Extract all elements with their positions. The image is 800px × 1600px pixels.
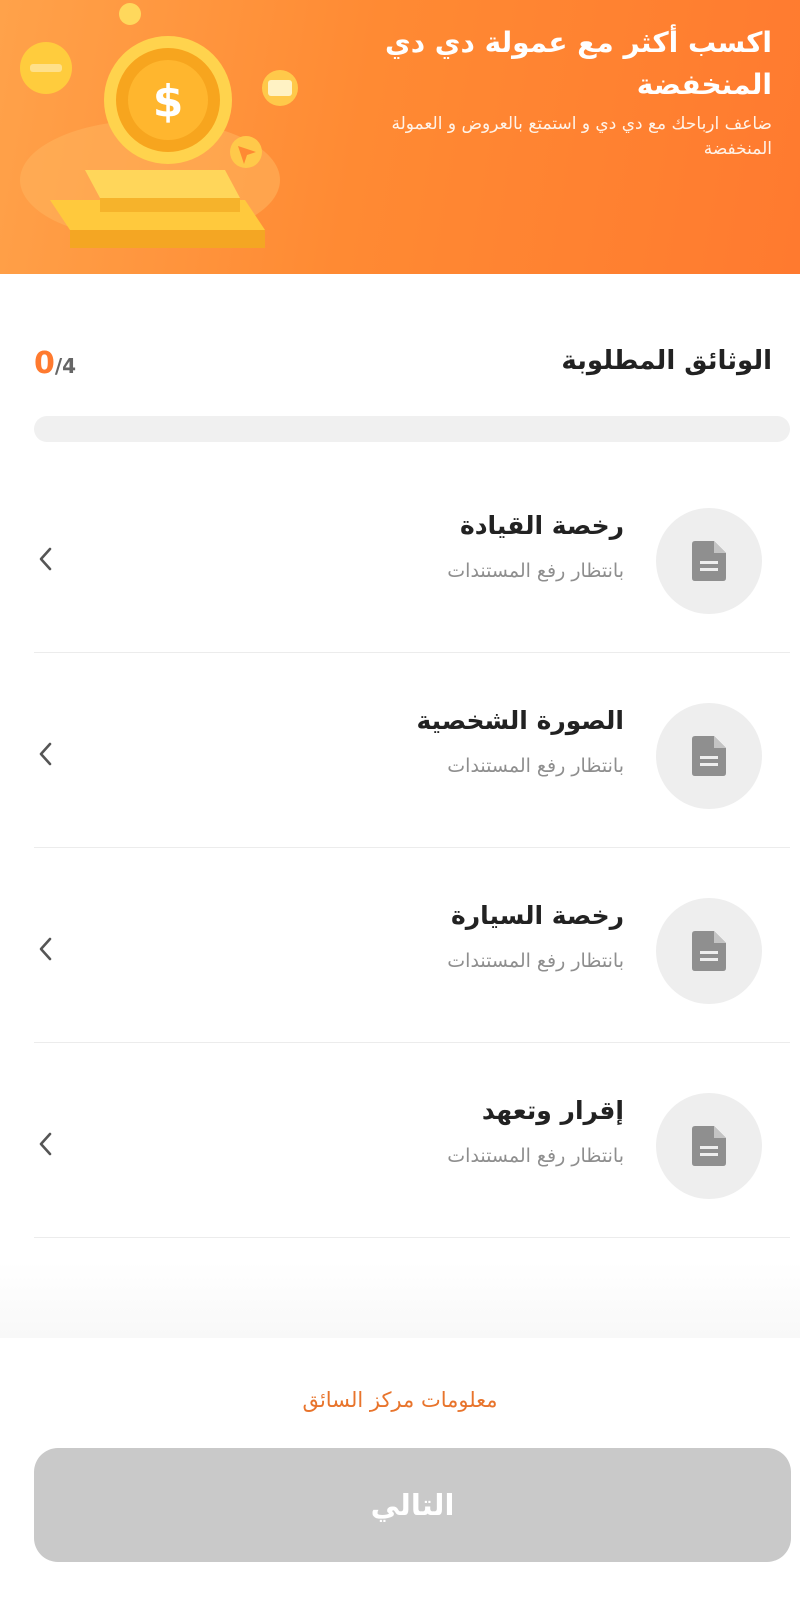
chevron-left-icon <box>39 547 52 571</box>
document-title: رخصة القيادة <box>459 511 624 540</box>
document-icon <box>656 703 762 809</box>
chevron-left-icon <box>39 742 52 766</box>
document-text: رخصة القيادة بانتظار رفع المستندات <box>224 508 624 586</box>
driver-center-info-link[interactable]: معلومات مركز السائق <box>0 1388 800 1412</box>
documents-progress-bar <box>34 416 790 442</box>
document-text: الصورة الشخصية بانتظار رفع المستندات <box>224 703 624 781</box>
banner-subtitle: ضاعف ارباحك مع دي دي و استمتع بالعروض و … <box>391 114 772 159</box>
banner-title: اكسب أكثر مع عمولة دي دي المنخفضة <box>385 26 772 101</box>
document-icon <box>656 508 762 614</box>
document-status: بانتظار رفع المستندات <box>447 950 624 972</box>
next-button[interactable]: التالي <box>34 1448 791 1562</box>
chevron-left-icon <box>39 937 52 961</box>
document-item-driving-license[interactable]: رخصة القيادة بانتظار رفع المستندات <box>34 458 790 653</box>
document-status: بانتظار رفع المستندات <box>447 560 624 582</box>
document-title: الصورة الشخصية <box>416 706 624 735</box>
documents-total-count: /4 <box>54 354 77 378</box>
promo-banner[interactable]: $ اكسب أكثر مع عمولة دي دي المنخفضة ضاعف… <box>0 0 800 274</box>
svg-text:$: $ <box>153 76 184 127</box>
banner-text: اكسب أكثر مع عمولة دي دي المنخفضة ضاعف ا… <box>342 22 772 162</box>
document-text: إقرار وتعهد بانتظار رفع المستندات <box>224 1093 624 1171</box>
document-status: بانتظار رفع المستندات <box>447 755 624 777</box>
coin-dollar-illustration: $ <box>20 3 298 248</box>
chevron-left-icon <box>39 1132 52 1156</box>
documents-completed-count: 0 <box>34 346 55 381</box>
document-title: إقرار وتعهد <box>481 1096 624 1125</box>
required-documents-title: الوثائق المطلوبة <box>561 346 772 376</box>
document-icon <box>656 1093 762 1199</box>
document-icon <box>656 898 762 1004</box>
document-title: رخصة السيارة <box>450 901 624 930</box>
required-documents-header: الوثائق المطلوبة 0/4 <box>34 346 772 396</box>
document-item-vehicle-license[interactable]: رخصة السيارة بانتظار رفع المستندات <box>34 848 790 1043</box>
document-list: رخصة القيادة بانتظار رفع المستندات الصور… <box>34 458 790 1238</box>
document-status: بانتظار رفع المستندات <box>447 1145 624 1167</box>
document-text: رخصة السيارة بانتظار رفع المستندات <box>224 898 624 976</box>
documents-counter: 0/4 <box>34 346 76 381</box>
scroll-fade <box>0 1262 800 1338</box>
document-item-personal-photo[interactable]: الصورة الشخصية بانتظار رفع المستندات <box>34 653 790 848</box>
document-item-declaration[interactable]: إقرار وتعهد بانتظار رفع المستندات <box>34 1043 790 1238</box>
next-button-label: التالي <box>370 1488 455 1522</box>
